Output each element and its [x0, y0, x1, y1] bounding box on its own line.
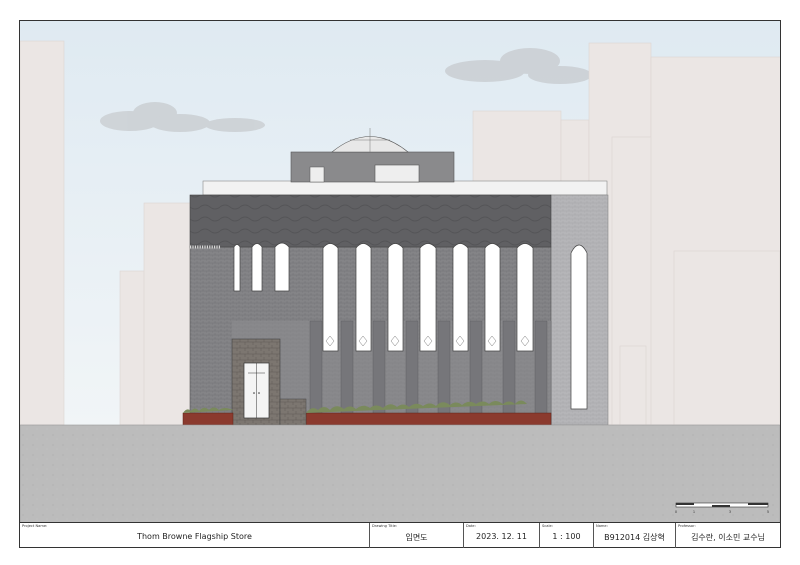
date-caption: Date:: [466, 524, 476, 528]
scale-caption: Scale:: [542, 524, 553, 528]
scale-tick-5: 5: [767, 510, 769, 514]
ground: [20, 424, 780, 523]
professor-cell: Professor: 김수란, 이소민 교수님: [676, 523, 780, 548]
professor-value: 김수란, 이소민 교수님: [691, 533, 765, 542]
scale-tick-0: 0: [675, 510, 677, 514]
project-name-caption: Project Name:: [22, 524, 48, 528]
name-caption: Name:: [596, 524, 608, 528]
scale-cell: Scale: 1 : 100: [540, 523, 594, 548]
drawing-title-cell: Drawing Title: 입면도: [370, 523, 464, 548]
project-name-value: Thom Browne Flagship Store: [137, 532, 252, 541]
drawing-title-value: 입면도: [405, 533, 428, 542]
name-value: B912014 김상혁: [604, 533, 665, 542]
name-cell: Name: B912014 김상혁: [594, 523, 676, 548]
project-name-cell: Project Name: Thom Browne Flagship Store: [20, 523, 370, 548]
elevation-drawing: 0 1 3 5: [20, 21, 780, 523]
scale-value: 1 : 100: [552, 532, 581, 541]
title-block: Project Name: Thom Browne Flagship Store…: [20, 522, 780, 548]
side-wing-window: [570, 244, 588, 410]
roof-band: [189, 194, 552, 248]
drawing-title-caption: Drawing Title:: [372, 524, 397, 528]
date-cell: Date: 2023. 12. 11: [464, 523, 540, 548]
scale-tick-1: 1: [693, 510, 695, 514]
professor-caption: Professor:: [678, 524, 696, 528]
scale-tick-3: 3: [729, 510, 731, 514]
date-value: 2023. 12. 11: [476, 532, 527, 541]
entrance: [231, 338, 281, 426]
